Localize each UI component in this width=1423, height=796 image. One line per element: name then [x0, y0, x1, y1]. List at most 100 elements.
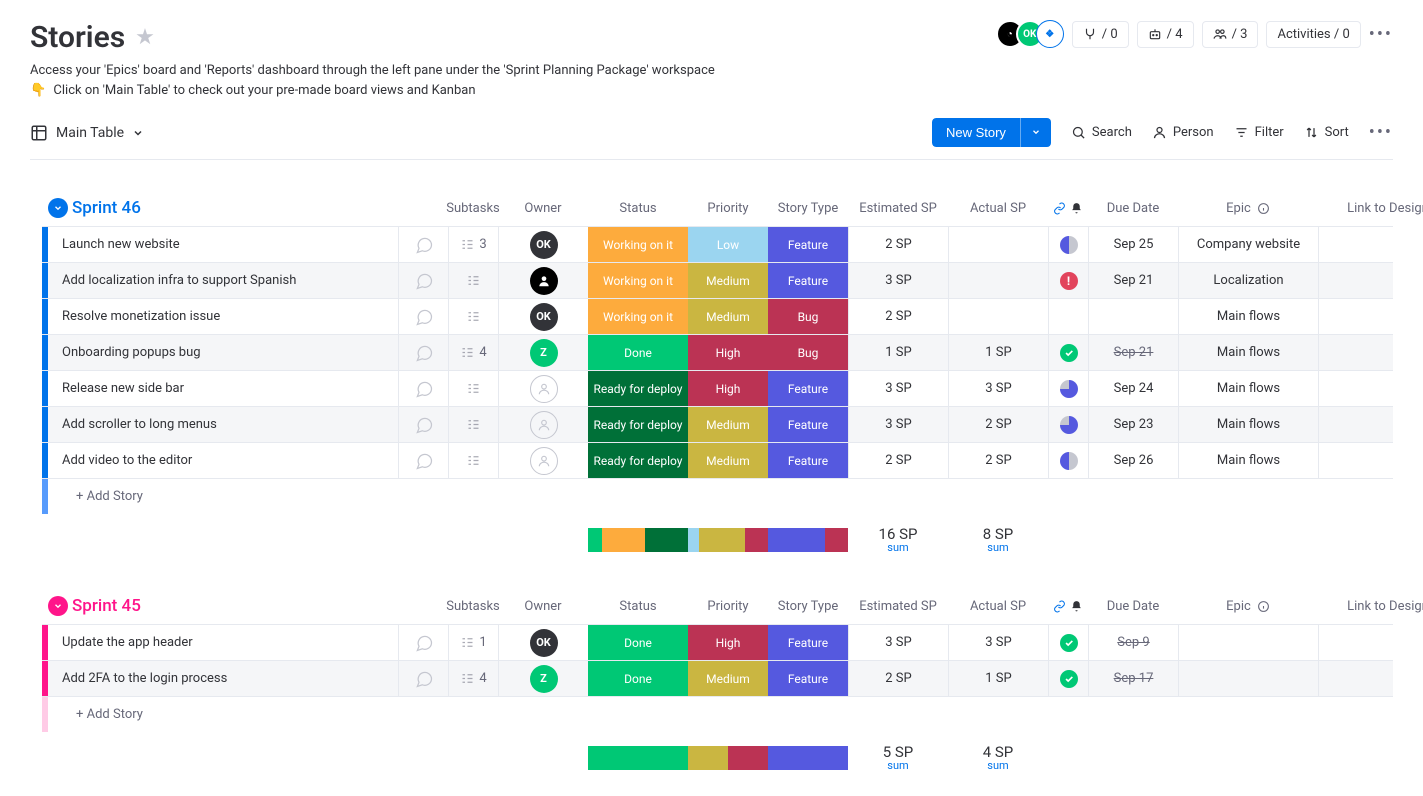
- story-name[interactable]: Update the app header: [48, 625, 398, 660]
- act-sp-cell[interactable]: 1 SP: [948, 661, 1048, 696]
- est-sp-cell[interactable]: 3 SP: [848, 371, 948, 406]
- est-sp-cell[interactable]: 1 SP: [848, 335, 948, 370]
- story-name[interactable]: Add localization infra to support Spanis…: [48, 263, 398, 298]
- act-sp-cell[interactable]: [948, 263, 1048, 298]
- search-button[interactable]: Search: [1071, 125, 1132, 140]
- activities-pill[interactable]: Activities / 0: [1266, 21, 1360, 48]
- due-date-cell[interactable]: Sep 23: [1088, 407, 1178, 442]
- epic-cell[interactable]: [1178, 661, 1318, 696]
- members-pill[interactable]: / 3: [1202, 21, 1259, 48]
- comment-cell[interactable]: [398, 299, 448, 334]
- comment-cell[interactable]: [398, 625, 448, 660]
- epic-cell[interactable]: Main flows: [1178, 407, 1318, 442]
- status-cell[interactable]: Done: [588, 625, 688, 660]
- link-design-cell[interactable]: [1318, 299, 1423, 334]
- priority-cell[interactable]: Medium: [688, 661, 768, 696]
- link-design-cell[interactable]: [1318, 227, 1423, 262]
- link-design-cell[interactable]: [1318, 625, 1423, 660]
- act-sp-cell[interactable]: 2 SP: [948, 443, 1048, 478]
- story-type-cell[interactable]: Feature: [768, 263, 848, 298]
- subtasks-cell[interactable]: [448, 407, 498, 442]
- est-sp-cell[interactable]: 3 SP: [848, 625, 948, 660]
- comment-cell[interactable]: [398, 335, 448, 370]
- story-type-cell[interactable]: Feature: [768, 661, 848, 696]
- owner-cell[interactable]: Z: [498, 335, 588, 370]
- table-row[interactable]: Release new side barReady for deployHigh…: [42, 370, 1393, 406]
- est-sp-cell[interactable]: 2 SP: [848, 227, 948, 262]
- link-design-cell[interactable]: [1318, 371, 1423, 406]
- status-cell[interactable]: Ready for deploy: [588, 443, 688, 478]
- est-sp-cell[interactable]: 2 SP: [848, 443, 948, 478]
- comment-cell[interactable]: [398, 407, 448, 442]
- status-cell[interactable]: Ready for deploy: [588, 407, 688, 442]
- story-name[interactable]: Add 2FA to the login process: [48, 661, 398, 696]
- link-design-cell[interactable]: [1318, 407, 1423, 442]
- owner-cell[interactable]: OK: [498, 625, 588, 660]
- story-name[interactable]: Launch new website: [48, 227, 398, 262]
- star-icon[interactable]: ★: [135, 25, 155, 50]
- link-design-cell[interactable]: [1318, 443, 1423, 478]
- act-sp-cell[interactable]: 3 SP: [948, 625, 1048, 660]
- filter-button[interactable]: Filter: [1234, 125, 1284, 140]
- est-sp-cell[interactable]: 3 SP: [848, 263, 948, 298]
- owner-cell[interactable]: OK: [498, 227, 588, 262]
- due-date-cell[interactable]: Sep 24: [1088, 371, 1178, 406]
- status-cell[interactable]: Done: [588, 335, 688, 370]
- est-sp-cell[interactable]: 2 SP: [848, 299, 948, 334]
- subtasks-cell[interactable]: 4: [448, 661, 498, 696]
- owner-cell[interactable]: [498, 443, 588, 478]
- sort-button[interactable]: Sort: [1304, 125, 1349, 140]
- due-date-cell[interactable]: Sep 25: [1088, 227, 1178, 262]
- new-story-caret[interactable]: [1020, 118, 1051, 147]
- collapse-button[interactable]: [48, 596, 68, 616]
- table-row[interactable]: Add video to the editor Ready for deploy M…: [42, 442, 1393, 478]
- story-name[interactable]: Resolve monetization issue: [48, 299, 398, 334]
- subtasks-cell[interactable]: [448, 443, 498, 478]
- link-design-cell[interactable]: [1318, 335, 1423, 370]
- subtasks-cell[interactable]: 1: [448, 625, 498, 660]
- table-row[interactable]: Add scroller to long menusReady for depl…: [42, 406, 1393, 442]
- due-date-cell[interactable]: Sep 21: [1088, 263, 1178, 298]
- owner-empty[interactable]: [530, 447, 558, 475]
- story-name[interactable]: Onboarding popups bug: [48, 335, 398, 370]
- table-row[interactable]: Onboarding popups bug4ZDoneHighBug1 SP1 …: [42, 334, 1393, 370]
- epic-cell[interactable]: Company website: [1178, 227, 1318, 262]
- owner-empty[interactable]: [530, 411, 558, 439]
- status-cell[interactable]: Working on it: [588, 227, 688, 262]
- story-type-cell[interactable]: Feature: [768, 371, 848, 406]
- subtasks-cell[interactable]: [448, 371, 498, 406]
- table-row[interactable]: Resolve monetization issue OK Working on i…: [42, 298, 1393, 334]
- due-date-cell[interactable]: Sep 21: [1088, 335, 1178, 370]
- owner-cell[interactable]: OK: [498, 299, 588, 334]
- due-date-cell[interactable]: [1088, 299, 1178, 334]
- story-type-cell[interactable]: Bug: [768, 299, 848, 334]
- comment-cell[interactable]: [398, 227, 448, 262]
- integrations-pill[interactable]: / 0: [1072, 21, 1129, 48]
- priority-cell[interactable]: High: [688, 371, 768, 406]
- owner-avatar[interactable]: OK: [530, 303, 558, 331]
- owner-avatar[interactable]: OK: [530, 231, 558, 259]
- table-row[interactable]: Add 2FA to the login process 4ZDoneMedium…: [42, 660, 1393, 696]
- person-button[interactable]: Person: [1152, 125, 1214, 140]
- owner-cell[interactable]: [498, 407, 588, 442]
- epic-cell[interactable]: Main flows: [1178, 335, 1318, 370]
- subtasks-cell[interactable]: 4: [448, 335, 498, 370]
- story-name[interactable]: Release new side bar: [48, 371, 398, 406]
- view-name[interactable]: Main Table: [56, 125, 124, 141]
- subtasks-cell[interactable]: [448, 263, 498, 298]
- status-cell[interactable]: Done: [588, 661, 688, 696]
- story-name[interactable]: Add video to the editor: [48, 443, 398, 478]
- due-date-cell[interactable]: Sep 17: [1088, 661, 1178, 696]
- story-type-cell[interactable]: Feature: [768, 625, 848, 660]
- owner-cell[interactable]: Z: [498, 661, 588, 696]
- priority-cell[interactable]: Medium: [688, 407, 768, 442]
- story-type-cell[interactable]: Feature: [768, 443, 848, 478]
- owner-cell[interactable]: [498, 263, 588, 298]
- owner-empty[interactable]: [530, 375, 558, 403]
- automations-pill[interactable]: / 4: [1137, 21, 1194, 48]
- epic-cell[interactable]: Main flows: [1178, 443, 1318, 478]
- story-type-cell[interactable]: Feature: [768, 227, 848, 262]
- table-row[interactable]: Launch new website3OKWorking on itLowFea…: [42, 226, 1393, 262]
- status-cell[interactable]: Working on it: [588, 299, 688, 334]
- act-sp-cell[interactable]: [948, 227, 1048, 262]
